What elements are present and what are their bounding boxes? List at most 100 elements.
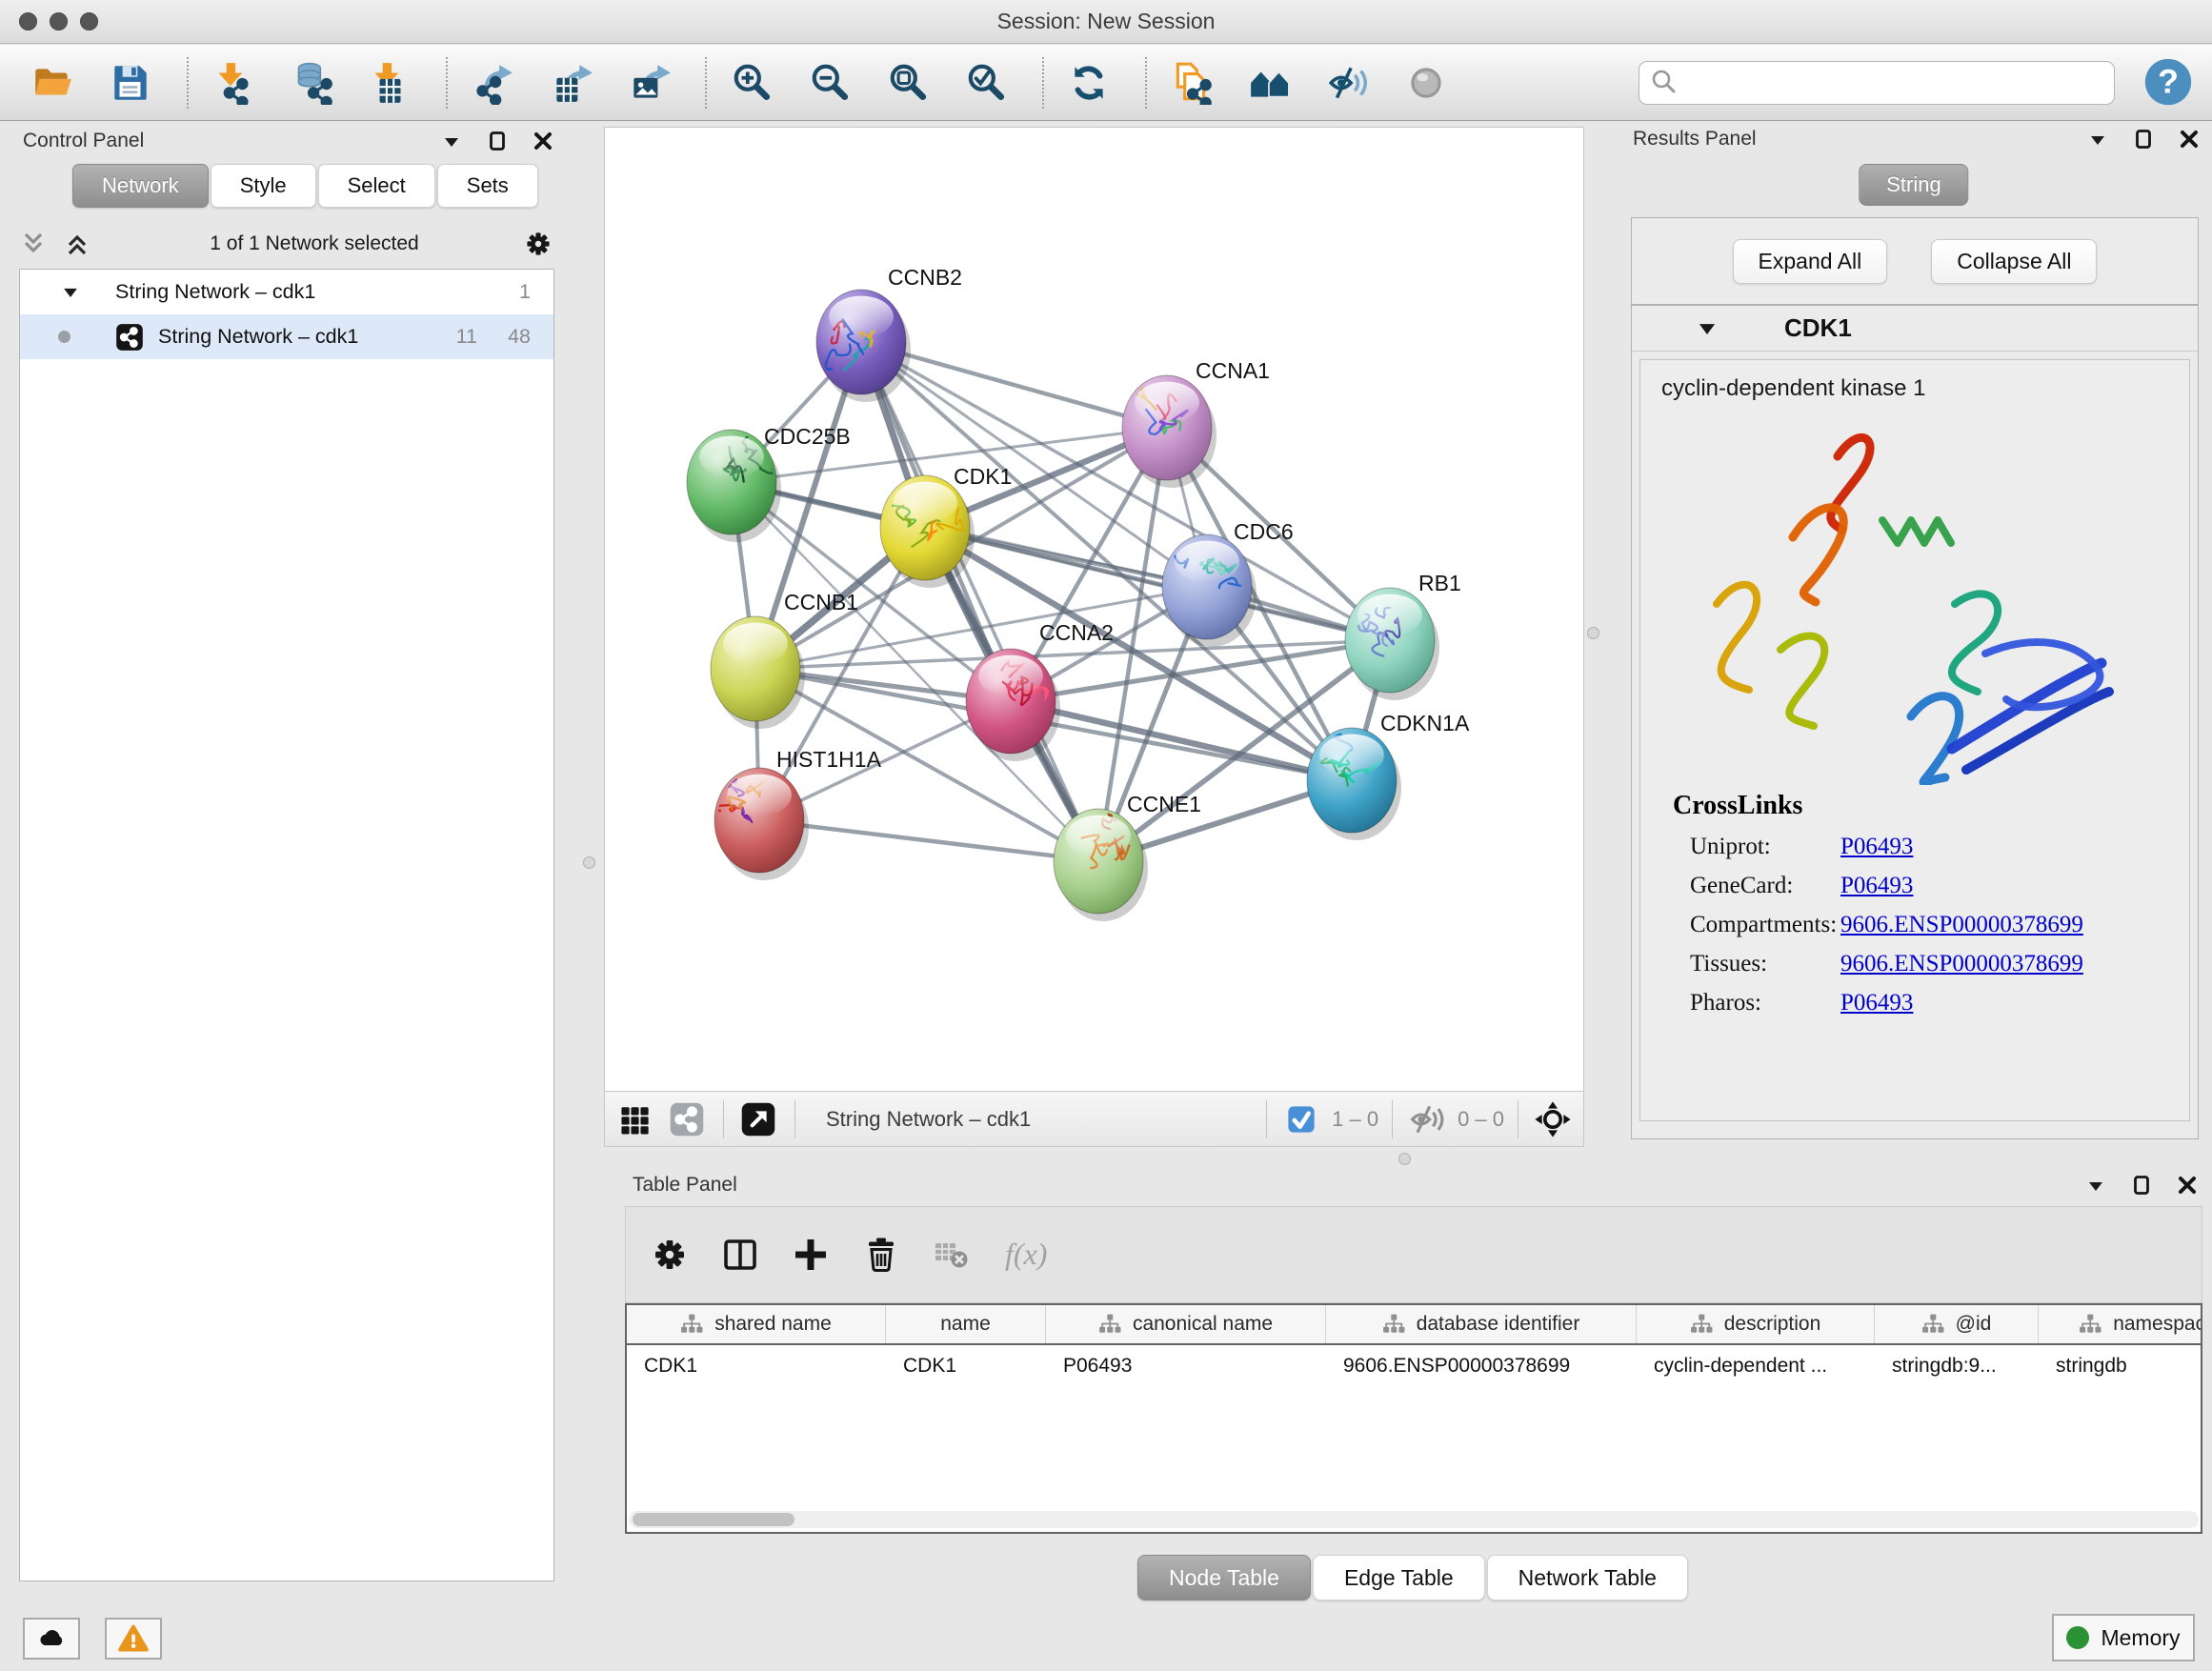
network-node-HIST1H1A[interactable]: HIST1H1A [714, 747, 882, 880]
right-splitter-handle[interactable] [1587, 627, 1599, 639]
column-header-canonical-name[interactable]: canonical name [1046, 1305, 1326, 1343]
panel-float-icon[interactable] [486, 130, 509, 152]
network-node-RB1[interactable]: RB1 [1345, 571, 1461, 700]
scrollbar-thumb[interactable] [633, 1513, 794, 1526]
search-icon [1649, 67, 1678, 100]
table-cell[interactable]: stringdb:9... [1875, 1345, 2039, 1387]
delete-table-icon-disabled[interactable] [931, 1234, 973, 1276]
panel-menu-arrow-icon[interactable] [2084, 1174, 2107, 1197]
network-edge[interactable] [925, 528, 1390, 640]
zoom-out-button[interactable] [802, 55, 857, 111]
selected-count-checkbox[interactable] [1282, 1100, 1320, 1138]
network-options-gear-icon[interactable] [522, 228, 554, 260]
refresh-button[interactable] [1061, 55, 1116, 111]
crosslink-link[interactable]: P06493 [1840, 990, 1913, 1017]
column-header-namespace[interactable]: namespace [2039, 1305, 2202, 1343]
search-input[interactable] [1678, 64, 2114, 102]
open-session-button[interactable] [25, 55, 80, 111]
table-cell[interactable]: 9606.ENSP00000378699 [1326, 1345, 1637, 1387]
search-box[interactable] [1639, 61, 2115, 105]
control-tab-network[interactable]: Network [72, 164, 209, 208]
crosslink-link[interactable]: P06493 [1840, 873, 1913, 899]
import-table-from-file-button[interactable] [362, 55, 417, 111]
table-row[interactable]: CDK1CDK1P064939606.ENSP00000378699cyclin… [627, 1345, 2201, 1387]
network-node-CCNB1[interactable]: CCNB1 [711, 590, 858, 729]
save-session-button[interactable] [103, 55, 158, 111]
control-tab-select[interactable]: Select [318, 164, 435, 208]
table-settings-gear-icon[interactable] [649, 1234, 691, 1276]
column-header-description[interactable]: description [1637, 1305, 1875, 1343]
network-edge[interactable] [759, 820, 1098, 861]
tab-node-table[interactable]: Node Table [1137, 1555, 1311, 1601]
crosslink-link[interactable]: 9606.ENSP00000378699 [1840, 951, 2083, 977]
network-node-CCNA1[interactable]: CCNA1 [1122, 358, 1270, 488]
import-network-from-file-button[interactable] [206, 55, 261, 111]
zoom-fit-content-button[interactable] [880, 55, 935, 111]
warnings-button[interactable] [105, 1618, 162, 1660]
show-columns-icon[interactable] [719, 1234, 761, 1276]
network-collection-row[interactable]: String Network – cdk1 1 [20, 270, 553, 314]
collapse-all-button[interactable]: Collapse All [1931, 239, 2097, 284]
export-image-button[interactable] [621, 55, 676, 111]
panel-close-icon[interactable] [532, 130, 554, 152]
column-header--id[interactable]: @id [1875, 1305, 2039, 1343]
hide-selected-button[interactable] [1320, 55, 1376, 111]
import-network-from-database-button[interactable] [284, 55, 339, 111]
column-header-database-identifier[interactable]: database identifier [1326, 1305, 1637, 1343]
network-edge[interactable] [861, 342, 1098, 861]
table-horizontal-scrollbar[interactable] [629, 1511, 2199, 1528]
collection-caret-icon[interactable] [60, 282, 81, 303]
network-row-selected[interactable]: String Network – cdk1 11 48 [20, 314, 553, 359]
expand-all-button[interactable]: Expand All [1733, 239, 1888, 284]
toggle-visibility-disabled-button[interactable] [1398, 55, 1454, 111]
grid-view-icon[interactable] [616, 1100, 654, 1138]
network-node-CDKN1A[interactable]: CDKN1A [1307, 711, 1470, 840]
left-splitter-handle[interactable] [583, 856, 595, 869]
table-cell[interactable]: CDK1 [886, 1345, 1046, 1387]
panel-float-icon[interactable] [2130, 1174, 2153, 1197]
panel-close-icon[interactable] [2176, 1174, 2199, 1197]
memory-button[interactable]: Memory [2052, 1614, 2195, 1661]
table-cell[interactable]: stringdb [2039, 1345, 2202, 1387]
panel-close-icon[interactable] [2178, 128, 2201, 151]
gene-caret-icon[interactable] [1695, 316, 1719, 341]
delete-column-icon[interactable] [860, 1234, 902, 1276]
network-node-CDC25B[interactable]: CDC25B [687, 424, 851, 542]
clone-network-button[interactable] [1164, 55, 1219, 111]
export-network-button[interactable] [465, 55, 520, 111]
collapse-all-tree-icon[interactable] [19, 230, 48, 258]
table-cell[interactable]: P06493 [1046, 1345, 1326, 1387]
table-cell[interactable]: cyclin-dependent ... [1637, 1345, 1875, 1387]
panel-menu-arrow-icon[interactable] [2086, 128, 2109, 151]
cloud-status-button[interactable] [23, 1618, 80, 1660]
expand-all-tree-icon[interactable] [63, 230, 91, 258]
function-builder-icon[interactable]: f(x) [1001, 1234, 1064, 1276]
zoom-selected-button[interactable] [958, 55, 1014, 111]
column-header-label: description [1724, 1313, 1821, 1336]
results-tab-string[interactable]: String [1859, 164, 1968, 206]
panel-menu-arrow-icon[interactable] [440, 130, 463, 152]
tab-network-table[interactable]: Network Table [1487, 1555, 1688, 1601]
network-canvas[interactable]: CCNB2 CCNA1 CDC25B CDK1 CDC6 [604, 127, 1584, 1092]
export-table-button[interactable] [543, 55, 598, 111]
birds-eye-view-icon[interactable] [1534, 1100, 1572, 1138]
horizontal-splitter-handle[interactable] [1398, 1153, 1411, 1165]
network-graph[interactable]: CCNB2 CCNA1 CDC25B CDK1 CDC6 [605, 128, 1583, 1091]
column-header-shared-name[interactable]: shared name [627, 1305, 886, 1343]
table-cell[interactable]: CDK1 [627, 1345, 886, 1387]
create-column-icon[interactable] [790, 1234, 832, 1276]
panel-float-icon[interactable] [2132, 128, 2155, 151]
column-header-name[interactable]: name [886, 1305, 1046, 1343]
help-button[interactable]: ? [2142, 55, 2195, 109]
tab-edge-table[interactable]: Edge Table [1313, 1555, 1485, 1601]
control-tab-style[interactable]: Style [211, 164, 316, 208]
detach-view-icon[interactable] [739, 1100, 777, 1138]
crosslink-link[interactable]: 9606.ENSP00000378699 [1840, 912, 2083, 938]
gene-section-header[interactable]: CDK1 [1632, 306, 2198, 352]
show-all-button[interactable] [1242, 55, 1297, 111]
network-node-CCNB2[interactable]: CCNB2 [816, 265, 962, 402]
zoom-in-button[interactable] [724, 55, 779, 111]
control-tab-sets[interactable]: Sets [437, 164, 538, 208]
network-share-icon[interactable] [668, 1100, 706, 1138]
crosslink-link[interactable]: P06493 [1840, 834, 1913, 860]
